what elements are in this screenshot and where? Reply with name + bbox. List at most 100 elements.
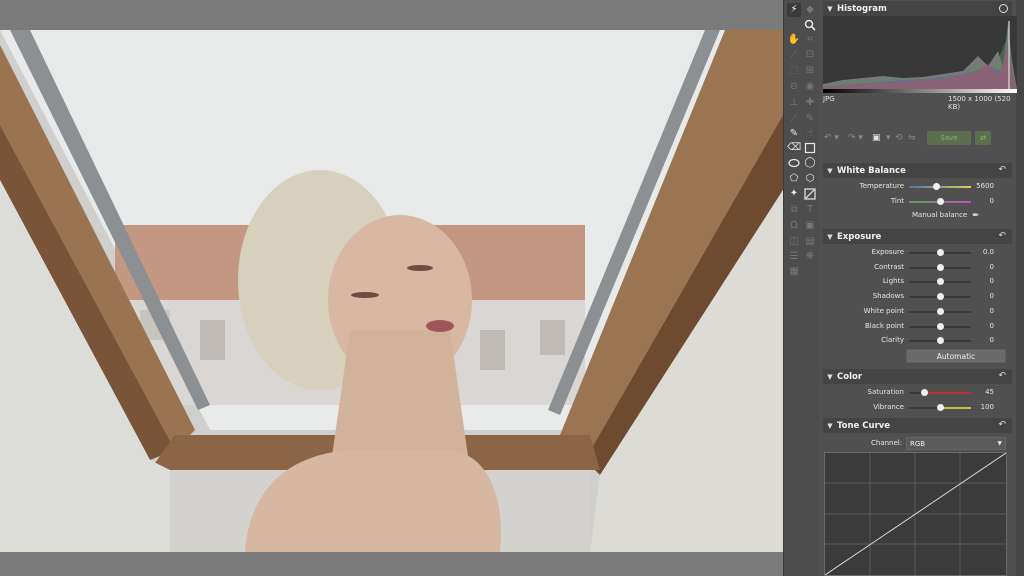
color-header[interactable]: ▼ Color ↶: [823, 369, 1012, 384]
hand-icon[interactable]: ✋: [787, 33, 801, 47]
tint-value[interactable]: 0: [990, 197, 994, 205]
clarity-slider[interactable]: Clarity 0: [823, 334, 1013, 348]
saturation-track[interactable]: [909, 392, 971, 394]
smudge-icon[interactable]: ☝: [803, 127, 817, 141]
straighten-icon[interactable]: ⟋: [787, 48, 801, 62]
polygon-lasso-icon[interactable]: ⬠: [787, 172, 801, 186]
shape-icon[interactable]: Ω: [787, 219, 801, 233]
stamp-icon[interactable]: ⊥: [787, 96, 801, 110]
histogram-header[interactable]: ▼ Histogram: [823, 1, 1012, 16]
redeye-icon[interactable]: ⊝: [787, 80, 801, 94]
vibrance-slider[interactable]: Vibrance 100: [823, 401, 1013, 415]
panel-scroll-edge[interactable]: [1016, 0, 1024, 576]
black-point-slider[interactable]: Black point 0: [823, 320, 1013, 334]
eraser-icon[interactable]: ⌫: [787, 141, 801, 155]
automatic-button[interactable]: Automatic: [906, 349, 1006, 363]
black-point-thumb[interactable]: [936, 322, 944, 330]
selection-icon[interactable]: ⬚: [787, 64, 801, 78]
share-icon[interactable]: ⇄: [975, 131, 991, 145]
adjustment-brush-icon[interactable]: ✎: [787, 127, 801, 141]
reset-icon[interactable]: ↶: [998, 231, 1006, 241]
saturation-slider[interactable]: Saturation 45: [823, 386, 1013, 400]
histogram-options-icon[interactable]: [999, 4, 1008, 13]
black-point-value[interactable]: 0: [990, 322, 994, 330]
save-button[interactable]: Save: [927, 131, 971, 145]
shadows-thumb[interactable]: [936, 293, 944, 301]
collapse-icon[interactable]: ▼: [823, 5, 837, 13]
vibrance-thumb[interactable]: [936, 404, 944, 411]
layers-icon[interactable]: ▤: [803, 235, 817, 249]
crop-icon[interactable]: ⌗: [803, 33, 817, 47]
vibrance-value[interactable]: 100: [981, 403, 994, 411]
tint-thumb[interactable]: [936, 198, 944, 205]
temperature-value[interactable]: 5600: [976, 182, 994, 190]
zoom-icon[interactable]: [803, 18, 817, 32]
flip-icon[interactable]: ⇋: [908, 131, 916, 145]
exposure-value[interactable]: 0.0: [983, 248, 994, 256]
copy-icon[interactable]: ⧉: [787, 203, 801, 217]
reset-icon[interactable]: ↶: [998, 165, 1006, 175]
grid-icon[interactable]: ⊞: [803, 64, 817, 78]
dropdown-icon[interactable]: ▾: [886, 131, 891, 145]
frame-icon[interactable]: ▣: [803, 219, 817, 233]
lights-thumb[interactable]: [936, 278, 944, 286]
lights-value[interactable]: 0: [990, 277, 994, 285]
shadows-value[interactable]: 0: [990, 292, 994, 300]
brush-icon[interactable]: ⟋: [787, 112, 801, 126]
lasso-icon[interactable]: ◯: [803, 156, 817, 170]
temperature-slider[interactable]: Temperature 5600: [823, 180, 1013, 194]
rotate-icon[interactable]: ⟲: [895, 131, 903, 145]
shadows-slider[interactable]: Shadows 0: [823, 290, 1013, 304]
list-icon[interactable]: ☰: [787, 250, 801, 264]
image-format: JPG: [823, 95, 835, 103]
image-icon[interactable]: ▣: [872, 131, 881, 145]
redo-icon[interactable]: ↷ ▾: [848, 131, 863, 145]
saturation-value[interactable]: 45: [985, 388, 994, 396]
ellipse-icon[interactable]: [787, 156, 801, 170]
tint-slider[interactable]: Tint 0: [823, 195, 1013, 209]
tone-curve-header[interactable]: ▼ Tone Curve ↶: [823, 418, 1012, 433]
exposure-slider[interactable]: Exposure 0.0: [823, 246, 1013, 260]
reset-icon[interactable]: ↶: [998, 371, 1006, 381]
eyedropper-icon[interactable]: ✒: [972, 211, 980, 221]
tone-curve-graph[interactable]: [824, 452, 1007, 576]
undo-icon[interactable]: ↶ ▾: [824, 131, 839, 145]
clarity-value[interactable]: 0: [990, 336, 994, 344]
contrast-value[interactable]: 0: [990, 263, 994, 271]
gradient-icon[interactable]: [803, 187, 817, 201]
temperature-thumb[interactable]: [933, 183, 941, 190]
channel-select[interactable]: RGB ▼: [906, 437, 1006, 450]
tag-icon[interactable]: ◆: [803, 3, 817, 17]
effects-icon[interactable]: ❋: [803, 250, 817, 264]
rectangle-icon[interactable]: [803, 141, 817, 155]
exposure-thumb[interactable]: [936, 249, 944, 256]
clarity-thumb[interactable]: [936, 337, 944, 345]
exposure-header[interactable]: ▼ Exposure ↶: [823, 229, 1012, 244]
photo-image[interactable]: [0, 30, 783, 552]
collapse-icon[interactable]: ▼: [823, 167, 837, 175]
contrast-thumb[interactable]: [936, 263, 944, 271]
vignette-icon[interactable]: ◫: [787, 235, 801, 249]
collapse-icon[interactable]: ▼: [823, 422, 837, 430]
perspective-icon[interactable]: ⊡: [803, 48, 817, 62]
reset-icon[interactable]: ↶: [998, 420, 1006, 430]
white-balance-header[interactable]: ▼ White Balance ↶: [823, 163, 1012, 178]
text-icon[interactable]: T: [803, 203, 817, 217]
collapse-icon[interactable]: ▼: [823, 233, 837, 241]
lights-slider[interactable]: Lights 0: [823, 275, 1013, 289]
contrast-slider[interactable]: Contrast 0: [823, 261, 1013, 275]
magic-wand-icon[interactable]: ✦: [787, 187, 801, 201]
canvas-size-icon[interactable]: ▦: [787, 265, 801, 279]
magnetic-lasso-icon[interactable]: ⬡: [803, 172, 817, 186]
white-point-slider[interactable]: White point 0: [823, 305, 1013, 319]
healing-icon[interactable]: ✚: [803, 96, 817, 110]
pencil-icon[interactable]: ✎: [803, 112, 817, 126]
white-point-value[interactable]: 0: [990, 307, 994, 315]
photo-canvas[interactable]: [0, 0, 783, 576]
saturation-thumb[interactable]: [921, 389, 928, 396]
eye-icon[interactable]: ◉: [803, 80, 817, 94]
white-point-thumb[interactable]: [936, 307, 944, 315]
collapse-icon[interactable]: ▼: [823, 373, 837, 381]
quick-fix-icon[interactable]: ⚡: [787, 3, 801, 17]
vibrance-label: Vibrance: [873, 403, 904, 411]
